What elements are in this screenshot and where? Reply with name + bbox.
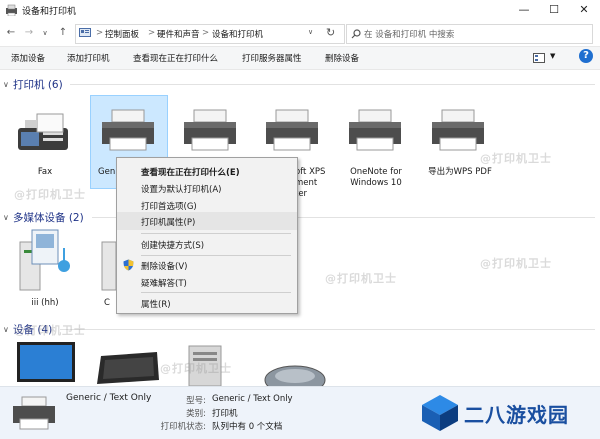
printer-item-label: Windows 10 bbox=[350, 178, 402, 188]
menu-item-label: 创建快捷方式(S) bbox=[141, 241, 205, 251]
watermark: @打印机卫士 bbox=[14, 324, 86, 337]
help-icon[interactable]: ? bbox=[579, 49, 593, 63]
watermark: @打印机卫士 bbox=[325, 272, 397, 285]
menu-item-label: 打印机属性(P) bbox=[141, 218, 196, 228]
menu-item-label: 设置为默认打印机(A) bbox=[141, 185, 222, 195]
breadcrumb-separator: > bbox=[148, 28, 156, 38]
printer-item-label: Fax bbox=[37, 167, 53, 177]
menu-item-create-shortcut[interactable]: 创建快捷方式(S) bbox=[117, 235, 297, 253]
printer-icon[interactable] bbox=[345, 108, 405, 152]
search-box[interactable]: 在 设备和打印机 中搜索 bbox=[346, 24, 593, 44]
menu-item-properties[interactable]: 属性(R) bbox=[117, 294, 297, 312]
menu-separator bbox=[141, 233, 291, 234]
breadcrumb-hardware-sound[interactable]: 硬件和声音 bbox=[157, 28, 200, 40]
breadcrumb-devices-printers[interactable]: 设备和打印机 bbox=[212, 28, 263, 40]
model-value: Generic / Text Only bbox=[212, 394, 293, 404]
add-device-button[interactable]: 添加设备 bbox=[11, 52, 45, 64]
breadcrumb-separator: > bbox=[202, 28, 210, 38]
menu-item-troubleshoot[interactable]: 疑难解答(T) bbox=[117, 273, 297, 291]
title-bar: 设备和打印机 — ☐ ✕ bbox=[0, 0, 600, 20]
collapse-chevron-icon[interactable]: ∨ bbox=[3, 325, 9, 334]
recent-locations-chevron-icon[interactable]: ∨ bbox=[38, 25, 52, 41]
print-server-properties-button[interactable]: 打印服务器属性 bbox=[242, 52, 302, 64]
view-options-icon[interactable] bbox=[533, 53, 545, 63]
watermark: @打印机卫士 bbox=[160, 362, 232, 375]
printer-item-label: ter bbox=[295, 189, 308, 199]
fax-icon[interactable] bbox=[15, 108, 75, 156]
group-divider bbox=[70, 84, 595, 85]
printer-icon[interactable] bbox=[180, 108, 240, 152]
menu-item-label: 删除设备(V) bbox=[141, 262, 188, 272]
search-icon bbox=[351, 29, 361, 39]
category-label: 类别: bbox=[186, 409, 206, 419]
group-header-media[interactable]: 多媒体设备 (2) bbox=[13, 210, 84, 225]
monitor-icon[interactable] bbox=[15, 340, 77, 386]
window-title: 设备和打印机 bbox=[22, 7, 77, 17]
remove-device-button[interactable]: 删除设备 bbox=[325, 52, 359, 64]
breadcrumb-control-panel[interactable]: 控制面板 bbox=[105, 28, 139, 40]
add-printer-button[interactable]: 添加打印机 bbox=[67, 52, 110, 64]
close-button[interactable]: ✕ bbox=[568, 0, 600, 20]
category-value: 打印机 bbox=[212, 409, 238, 419]
collapse-chevron-icon[interactable]: ∨ bbox=[3, 80, 9, 89]
menu-item-label: 疑难解答(T) bbox=[141, 279, 187, 289]
printer-icon[interactable] bbox=[428, 108, 488, 152]
printer-item-label: ment bbox=[295, 178, 318, 188]
menu-item-printer-properties[interactable]: 打印机属性(P) bbox=[117, 212, 297, 230]
context-menu: 查看现在正在打印什么(E) 设置为默认打印机(A) 打印首选项(G) 打印机属性… bbox=[116, 157, 298, 314]
collapse-chevron-icon[interactable]: ∨ bbox=[3, 213, 9, 222]
keyboard-icon[interactable] bbox=[95, 350, 161, 386]
refresh-icon[interactable]: ↻ bbox=[326, 26, 335, 39]
status-value: 队列中有 0 个文档 bbox=[212, 422, 283, 432]
menu-item-label: 打印首选项(G) bbox=[141, 202, 197, 212]
selected-printer-icon bbox=[13, 396, 55, 430]
site-brand-text: 二八游戏园 bbox=[464, 403, 569, 427]
watermark: @打印机卫士 bbox=[480, 152, 552, 165]
control-panel-icon bbox=[79, 28, 91, 37]
view-dropdown-icon[interactable]: ▼ bbox=[550, 52, 555, 60]
printer-icon[interactable] bbox=[98, 108, 158, 152]
devices-printers-icon bbox=[6, 4, 17, 16]
printer-item-label: OneNote for bbox=[350, 167, 402, 177]
device-name: Generic / Text Only bbox=[66, 393, 152, 403]
minimize-button[interactable]: — bbox=[508, 0, 540, 20]
watermark: @打印机卫士 bbox=[14, 188, 86, 201]
media-device-icon[interactable] bbox=[16, 228, 74, 294]
printer-item-label: 导出为WPS PDF bbox=[428, 167, 492, 177]
media-item-label: iii (hh) bbox=[31, 298, 59, 308]
maximize-button[interactable]: ☐ bbox=[538, 0, 570, 20]
model-label: 型号: bbox=[186, 396, 206, 406]
mouse-icon[interactable] bbox=[262, 360, 328, 386]
media-item-label: C bbox=[104, 298, 110, 308]
printer-item-label: oft XPS bbox=[295, 167, 326, 177]
forward-arrow-icon[interactable]: → bbox=[22, 25, 36, 41]
printer-icon[interactable] bbox=[262, 108, 322, 152]
status-label: 打印机状态: bbox=[160, 422, 206, 432]
media-device-icon[interactable] bbox=[100, 240, 116, 292]
menu-item-label: 查看现在正在打印什么(E) bbox=[141, 168, 240, 178]
address-bar[interactable]: > 控制面板 > 硬件和声音 > 设备和打印机 ∨ ↻ bbox=[75, 24, 345, 44]
group-divider bbox=[60, 329, 595, 330]
address-dropdown-icon[interactable]: ∨ bbox=[308, 28, 313, 36]
menu-item-set-default[interactable]: 设置为默认打印机(A) bbox=[117, 179, 297, 197]
group-header-printers[interactable]: 打印机 (6) bbox=[13, 77, 63, 92]
site-logo-icon bbox=[422, 395, 458, 431]
breadcrumb-separator: > bbox=[96, 28, 104, 38]
back-arrow-icon[interactable]: ← bbox=[4, 25, 18, 41]
menu-item-remove-device[interactable]: 删除设备(V) bbox=[117, 256, 297, 274]
watermark: @打印机卫士 bbox=[480, 257, 552, 270]
command-bar: 添加设备 添加打印机 查看现在正在打印什么 打印服务器属性 删除设备 ▼ ? bbox=[0, 46, 600, 70]
details-pane: Generic / Text Only 型号: Generic / Text O… bbox=[0, 386, 600, 439]
see-whats-printing-button[interactable]: 查看现在正在打印什么 bbox=[133, 52, 218, 64]
uac-shield-icon bbox=[123, 259, 134, 271]
menu-separator bbox=[141, 292, 291, 293]
search-input[interactable]: 在 设备和打印机 中搜索 bbox=[364, 28, 454, 40]
menu-item-label: 属性(R) bbox=[141, 300, 171, 310]
menu-item-see-whats-printing[interactable]: 查看现在正在打印什么(E) bbox=[117, 162, 297, 180]
up-arrow-icon[interactable]: ↑ bbox=[56, 25, 70, 41]
